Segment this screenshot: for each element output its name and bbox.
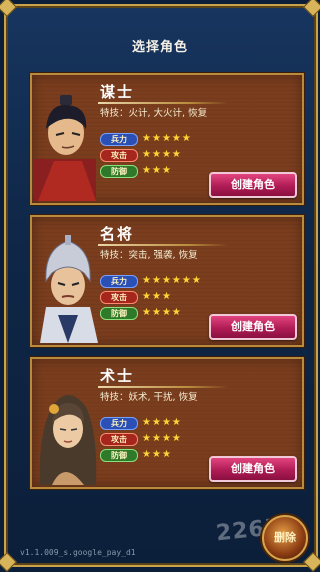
general-portrait xyxy=(40,235,98,343)
create-character-button[interactable]: 创建角色 xyxy=(209,172,297,198)
character-card-strategist[interactable]: 谋士 特技：火计, 大火计, 恢复 兵力 ★ ★ ★ ★ ★ 攻击 ★ ★ ★ ★ 防御 ★ ★… xyxy=(30,73,304,205)
star-icon: ★ xyxy=(151,133,161,144)
create-character-button[interactable]: 创建角色 xyxy=(209,314,297,340)
star-icon: ★ xyxy=(161,133,171,144)
star-icon: ★ xyxy=(151,433,161,444)
stat-power-stars: ★ ★ ★ ★ ★ xyxy=(142,134,191,144)
star-icon: ★ xyxy=(142,165,151,176)
star-icon: ★ xyxy=(151,449,161,460)
name-underline xyxy=(98,244,228,246)
character-skill: 特技：妖术, 干扰, 恢复 xyxy=(100,392,198,403)
star-icon: ★ xyxy=(161,291,171,302)
star-icon: ★ xyxy=(161,433,171,444)
stat-attack-label: 攻击 xyxy=(100,148,138,162)
star-icon: ★ xyxy=(151,307,161,318)
star-icon: ★ xyxy=(142,149,151,160)
stat-defense-label: 防御 xyxy=(100,306,138,320)
star-icon: ★ xyxy=(181,275,191,286)
character-skill: 特技：突击, 强袭, 恢复 xyxy=(100,250,198,261)
stat-power-label: 兵力 xyxy=(100,416,138,430)
star-icon: ★ xyxy=(151,275,161,286)
star-icon: ★ xyxy=(151,417,161,428)
delete-button[interactable]: 删除 xyxy=(262,515,308,561)
stat-power: 兵力 ★ ★ ★ ★ xyxy=(100,416,181,430)
star-icon: ★ xyxy=(161,449,171,460)
character-name: 谋士 xyxy=(100,83,135,101)
character-card-general[interactable]: 名将 特技：突击, 强袭, 恢复 兵力 ★ ★ ★ ★ ★ ★ 攻击 ★ ★ ★ 防御 ★ ★ ★… xyxy=(30,215,304,347)
star-icon: ★ xyxy=(171,133,181,144)
star-icon: ★ xyxy=(142,275,151,286)
star-icon: ★ xyxy=(142,449,151,460)
star-icon: ★ xyxy=(142,307,151,318)
star-icon: ★ xyxy=(191,275,201,286)
star-icon: ★ xyxy=(161,275,171,286)
stat-defense: 防御 ★ ★ ★ xyxy=(100,164,171,178)
star-icon: ★ xyxy=(151,165,161,176)
stat-power: 兵力 ★ ★ ★ ★ ★ xyxy=(100,132,191,146)
star-icon: ★ xyxy=(171,417,181,428)
stat-defense-label: 防御 xyxy=(100,164,138,178)
stat-defense-stars: ★ ★ ★ xyxy=(142,166,171,176)
star-icon: ★ xyxy=(142,433,151,444)
stat-power-label: 兵力 xyxy=(100,274,138,288)
star-icon: ★ xyxy=(171,307,181,318)
star-icon: ★ xyxy=(161,149,171,160)
stat-attack-label: 攻击 xyxy=(100,432,138,446)
stat-defense-stars: ★ ★ ★ xyxy=(142,450,171,460)
star-icon: ★ xyxy=(171,275,181,286)
character-name: 术士 xyxy=(100,367,135,385)
stat-attack-stars: ★ ★ ★ ★ xyxy=(142,434,181,444)
star-icon: ★ xyxy=(181,133,191,144)
star-icon: ★ xyxy=(151,291,161,302)
stat-defense: 防御 ★ ★ ★ ★ xyxy=(100,306,181,320)
name-underline xyxy=(98,386,228,388)
stat-attack: 攻击 ★ ★ ★ ★ xyxy=(100,432,181,446)
star-icon: ★ xyxy=(161,165,171,176)
strategist-portrait xyxy=(34,95,96,201)
character-name: 名将 xyxy=(100,225,135,243)
star-icon: ★ xyxy=(171,433,181,444)
star-icon: ★ xyxy=(151,149,161,160)
star-icon: ★ xyxy=(171,149,181,160)
sorcerer-portrait xyxy=(39,395,97,485)
star-icon: ★ xyxy=(161,417,171,428)
character-skill: 特技：火计, 大火计, 恢复 xyxy=(100,108,208,119)
character-card-sorcerer[interactable]: 术士 特技：妖术, 干扰, 恢复 兵力 ★ ★ ★ ★ 攻击 ★ ★ ★ ★ 防御 ★ ★ ★ … xyxy=(30,357,304,489)
stat-power-stars: ★ ★ ★ ★ ★ ★ xyxy=(142,276,201,286)
star-icon: ★ xyxy=(142,291,151,302)
stat-defense: 防御 ★ ★ ★ xyxy=(100,448,171,462)
stat-power-stars: ★ ★ ★ ★ xyxy=(142,418,181,428)
name-underline xyxy=(98,102,228,104)
star-icon: ★ xyxy=(142,133,151,144)
version-label: v1.1.009_s.google_pay_d1 xyxy=(20,548,136,557)
stat-attack: 攻击 ★ ★ ★ ★ xyxy=(100,148,181,162)
stat-attack-label: 攻击 xyxy=(100,290,138,304)
star-icon: ★ xyxy=(161,307,171,318)
stat-power-label: 兵力 xyxy=(100,132,138,146)
stat-attack-stars: ★ ★ ★ xyxy=(142,292,171,302)
stat-attack-stars: ★ ★ ★ ★ xyxy=(142,150,181,160)
stat-defense-stars: ★ ★ ★ ★ xyxy=(142,308,181,318)
stat-power: 兵力 ★ ★ ★ ★ ★ ★ xyxy=(100,274,201,288)
stat-defense-label: 防御 xyxy=(100,448,138,462)
create-character-button[interactable]: 创建角色 xyxy=(209,456,297,482)
page-title: 选择角色 xyxy=(131,40,188,55)
stat-attack: 攻击 ★ ★ ★ xyxy=(100,290,171,304)
star-icon: ★ xyxy=(142,417,151,428)
